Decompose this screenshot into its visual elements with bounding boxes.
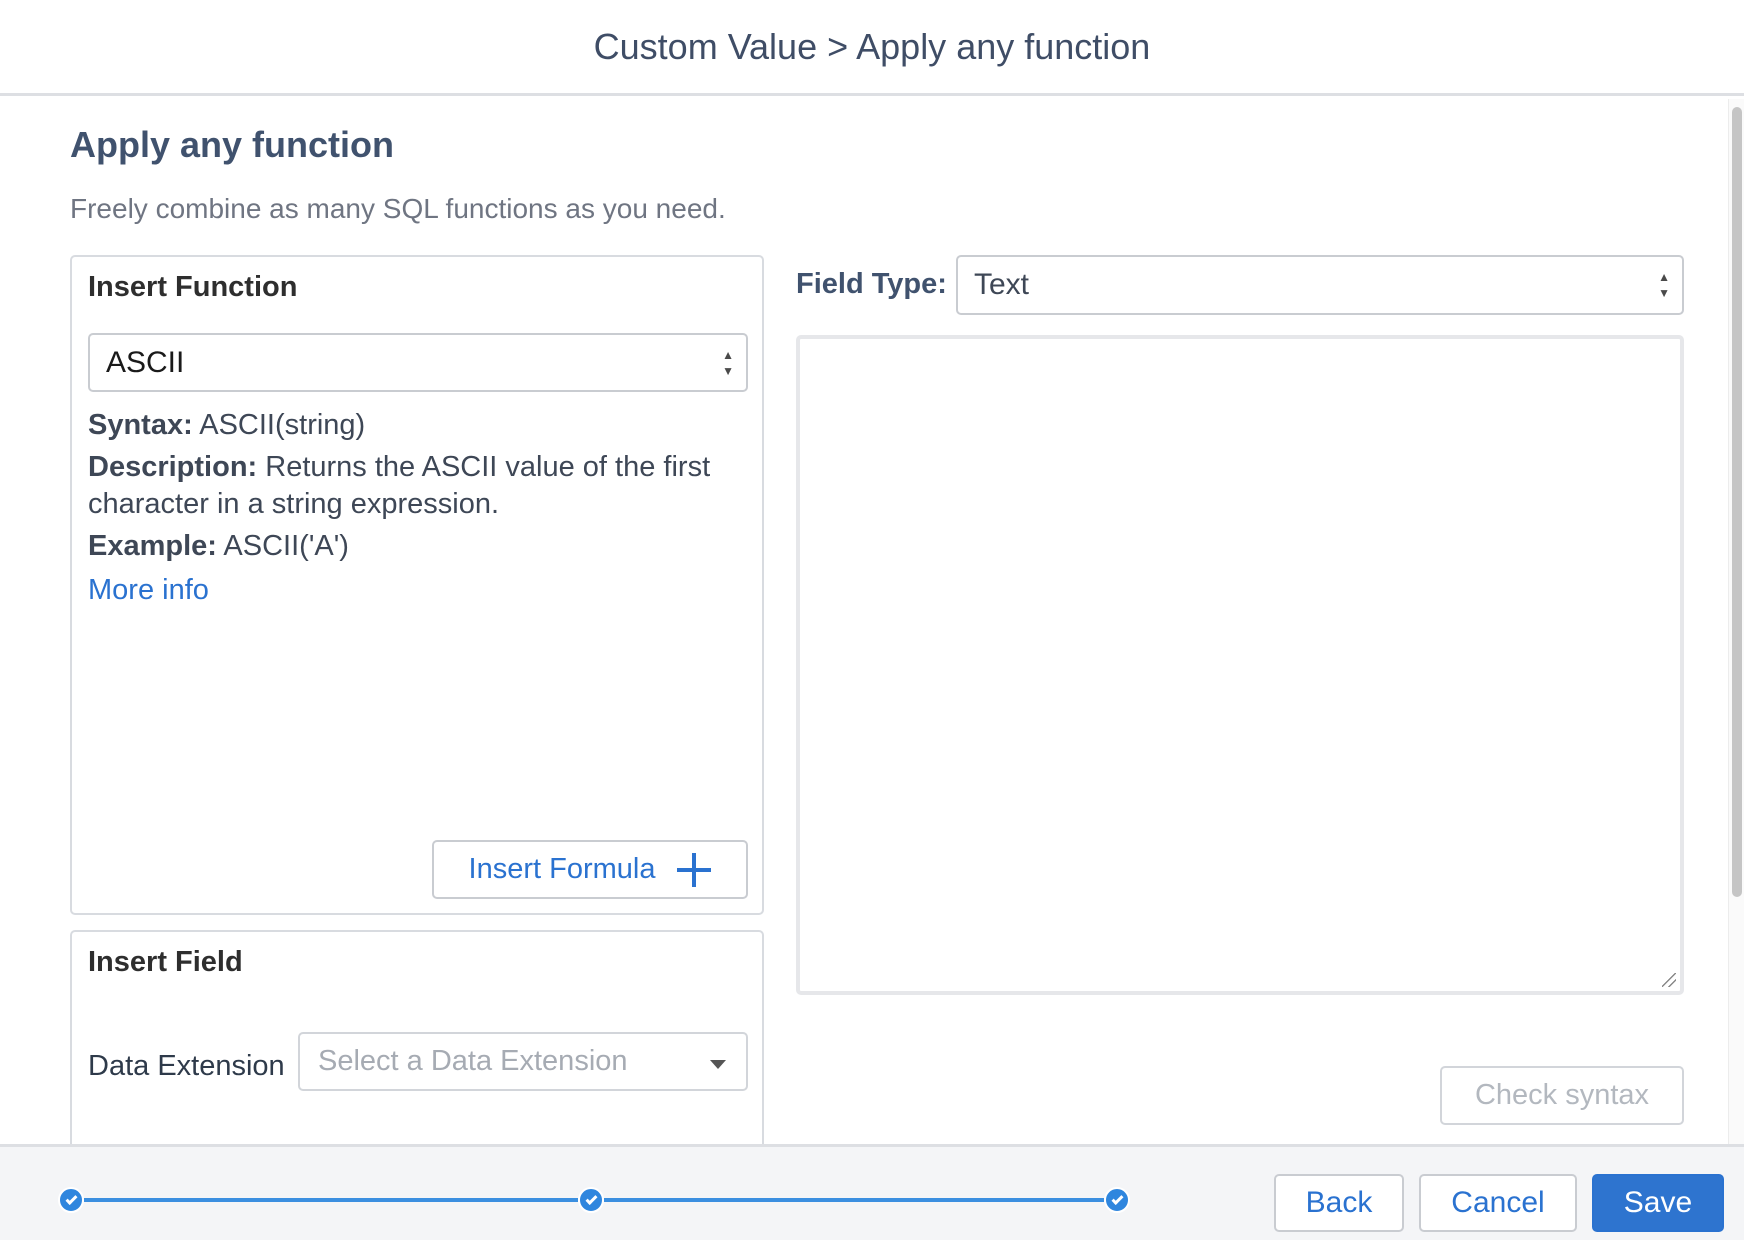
formula-editor[interactable] bbox=[796, 335, 1684, 995]
insert-function-panel: Insert Function ASCII ▲ ▼ Syntax: ASCII(s… bbox=[70, 255, 764, 915]
check-syntax-button[interactable]: Check syntax bbox=[1440, 1066, 1684, 1125]
chevron-down-icon bbox=[710, 1060, 726, 1069]
function-select-value: ASCII bbox=[106, 345, 185, 379]
description-line: Description: Returns the ASCII value of … bbox=[88, 449, 748, 523]
syntax-value: ASCII(string) bbox=[199, 409, 366, 441]
cancel-button[interactable]: Cancel bbox=[1419, 1174, 1577, 1232]
vertical-scrollbar[interactable] bbox=[1728, 99, 1744, 1144]
example-line: Example: ASCII('A') bbox=[88, 528, 748, 565]
data-extension-placeholder: Select a Data Extension bbox=[318, 1045, 628, 1077]
updown-arrows-icon: ▲ ▼ bbox=[722, 347, 734, 378]
page-title: Apply any function bbox=[70, 124, 394, 165]
function-info: Syntax: ASCII(string) Description: Retur… bbox=[88, 407, 748, 609]
syntax-line: Syntax: ASCII(string) bbox=[88, 407, 748, 444]
description-label: Description: bbox=[88, 451, 258, 483]
progress-line bbox=[604, 1198, 1104, 1202]
plus-icon bbox=[677, 852, 712, 887]
modal-header: Custom Value > Apply any function bbox=[0, 0, 1744, 96]
modal-footer: Back Cancel Save bbox=[0, 1144, 1744, 1240]
step-3-complete[interactable] bbox=[1104, 1187, 1130, 1213]
data-extension-label: Data Extension bbox=[88, 1050, 285, 1082]
example-value: ASCII('A') bbox=[223, 530, 349, 562]
resize-handle-icon[interactable] bbox=[1662, 973, 1676, 987]
step-1-complete[interactable] bbox=[58, 1187, 84, 1213]
check-icon bbox=[584, 1192, 598, 1205]
example-label: Example: bbox=[88, 530, 217, 562]
field-type-label: Field Type: bbox=[796, 268, 947, 300]
function-select[interactable]: ASCII ▲ ▼ bbox=[88, 333, 748, 392]
check-icon bbox=[1110, 1192, 1124, 1205]
scrollbar-thumb[interactable] bbox=[1732, 107, 1742, 897]
back-button[interactable]: Back bbox=[1274, 1174, 1404, 1232]
data-extension-select[interactable]: Select a Data Extension bbox=[298, 1032, 748, 1091]
progress-line bbox=[84, 1198, 578, 1202]
more-info-link[interactable]: More info bbox=[88, 572, 209, 609]
field-type-select[interactable]: Text ▲ ▼ bbox=[956, 255, 1684, 315]
custom-value-modal: Custom Value > Apply any function Apply … bbox=[0, 0, 1744, 1240]
syntax-label: Syntax: bbox=[88, 409, 193, 441]
step-progress bbox=[58, 1187, 1238, 1213]
check-icon bbox=[64, 1192, 78, 1205]
insert-function-heading: Insert Function bbox=[88, 271, 298, 303]
updown-arrows-icon: ▲ ▼ bbox=[1658, 270, 1670, 300]
insert-field-heading: Insert Field bbox=[88, 946, 243, 978]
page-subtitle: Freely combine as many SQL functions as … bbox=[70, 193, 726, 224]
step-2-complete[interactable] bbox=[578, 1187, 604, 1213]
insert-formula-button[interactable]: Insert Formula bbox=[432, 840, 748, 899]
insert-formula-label: Insert Formula bbox=[468, 853, 656, 885]
field-type-value: Text bbox=[974, 268, 1030, 301]
insert-field-panel: Insert Field Data Extension Select a Dat… bbox=[70, 930, 764, 1180]
save-button[interactable]: Save bbox=[1592, 1174, 1724, 1232]
modal-title: Custom Value > Apply any function bbox=[593, 25, 1151, 67]
